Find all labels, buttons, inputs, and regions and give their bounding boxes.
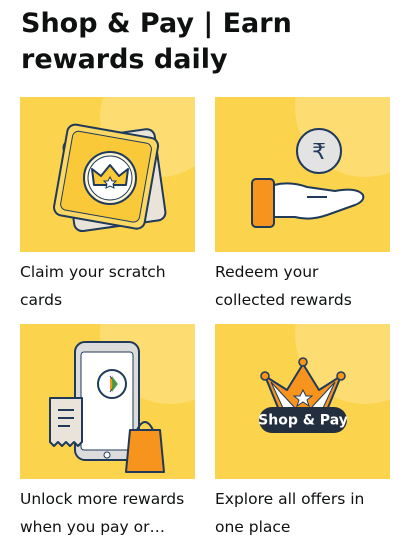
tile-explore-offers[interactable]: Shop & Pay Explore all offers in one pla… [215,324,390,541]
tile-label: Redeem your collected rewards [215,263,352,309]
tile-unlock-rewards[interactable]: Unlock more rewards when you pay or… [20,324,195,541]
tile-redeem-rewards[interactable]: ₹ Redeem your collected rewards [215,97,390,314]
rupee-coin-hand-icon: ₹ [215,97,390,252]
tile-label: Explore all offers in one place [215,490,365,536]
rewards-grid: Claim your scratch cards ₹ Redeem your c… [20,97,390,541]
tile-label: Unlock more rewards when you pay or… [20,490,185,536]
crown-shop-and-pay-icon: Shop & Pay [215,324,390,479]
widget-title: Shop & Pay | Earn rewards daily [21,8,292,75]
svg-text:₹: ₹ [312,140,326,165]
tile-label: Claim your scratch cards [20,263,166,309]
rewards-widget: Shop & Pay | Earn rewards daily Claim yo… [0,0,408,536]
scratch-card-crown-icon [20,97,195,252]
phone-upi-bills-bag-icon [20,324,195,479]
shop-and-pay-badge: Shop & Pay [258,413,348,429]
tile-claim-scratch-cards[interactable]: Claim your scratch cards [20,97,195,314]
